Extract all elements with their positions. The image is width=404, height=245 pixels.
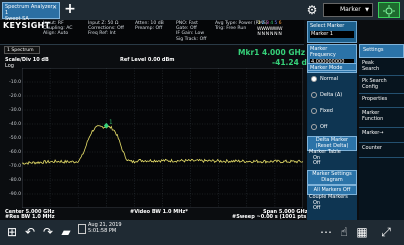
sync-button[interactable] bbox=[378, 2, 400, 18]
tab-settings[interactable]: Settings bbox=[359, 44, 404, 58]
tab-properties[interactable]: Properties bbox=[359, 94, 404, 108]
gear-icon[interactable]: ⚙ bbox=[305, 3, 319, 17]
marker-table-toggle[interactable]: Marker Table On Off bbox=[307, 149, 357, 167]
mode-off-label: Off bbox=[320, 124, 328, 130]
tab-spectrum-analyzer[interactable]: Spectrum Analyzer 1 Swept SA ✕ bbox=[2, 2, 60, 22]
marker-table-off[interactable]: Off bbox=[309, 160, 357, 167]
dots-icon[interactable]: ⋯ bbox=[318, 224, 334, 240]
marker-menu-dropdown[interactable]: Marker ▼ bbox=[323, 3, 373, 17]
close-icon[interactable]: ✕ bbox=[52, 5, 57, 11]
tab-title: Spectrum Analyzer 1 bbox=[5, 4, 53, 16]
trace-row: NNNNNN bbox=[257, 32, 282, 37]
calendar-icon bbox=[78, 224, 86, 234]
add-tab-button[interactable]: + bbox=[63, 2, 77, 18]
tab-pk-search-config[interactable]: Pk Search Config bbox=[359, 76, 404, 94]
grid-icon[interactable]: ▦ bbox=[354, 224, 370, 240]
video-bw: #Video BW 1.0 MHz* bbox=[130, 209, 188, 215]
tab-counter[interactable]: Counter bbox=[359, 143, 404, 158]
marker-menu-label: Marker bbox=[340, 6, 361, 13]
fullscreen-icon[interactable]: ⤢ bbox=[378, 224, 394, 240]
y-axis-ticks: -10.0 -20.0 -30.0 -40.0 -50.0 -60.0 -70.0 -80.0… bbox=[2, 68, 22, 208]
radio-icon bbox=[311, 91, 317, 98]
select-marker-label: Select Marker bbox=[310, 23, 345, 29]
marker-mode-header: Marker Mode bbox=[307, 63, 357, 71]
touch-icon[interactable]: ☝ bbox=[336, 224, 352, 240]
marker-1-label: 1 bbox=[109, 120, 112, 126]
impedance-info: Input Z: 50 Ω Corrections: Off Freq Ref:… bbox=[88, 21, 124, 37]
marker-settings-diagram-button[interactable]: Marker Settings Diagram bbox=[307, 170, 357, 185]
menu-tabs: Settings Peak Search Pk Search Config Pr… bbox=[359, 44, 404, 220]
tab-marker-to[interactable]: Marker→ bbox=[359, 128, 404, 143]
y-tick-label: -90.0 bbox=[9, 191, 21, 197]
y-tick-label: -40.0 bbox=[9, 121, 21, 127]
folder-icon[interactable]: ▰ bbox=[58, 224, 74, 240]
marker-readout: Mkr1 4.000 GHz bbox=[238, 48, 306, 57]
select-marker-value[interactable]: Marker 1 bbox=[310, 31, 354, 38]
windows-icon[interactable]: ⊞ bbox=[4, 224, 20, 240]
select-marker-panel[interactable]: Select Marker Marker 1 bbox=[307, 21, 357, 43]
undo-icon[interactable]: ↶ bbox=[22, 224, 38, 240]
date-time: Aug 21, 2019 5:01:58 PM bbox=[88, 222, 122, 234]
trace-indicator: 123456 WWWWWW NNNNNN bbox=[257, 21, 301, 38]
y-tick-label: -70.0 bbox=[9, 163, 21, 169]
mode-normal-option[interactable]: Normal bbox=[307, 72, 357, 86]
spectrum-plot[interactable]: 1 bbox=[22, 68, 303, 208]
redo-icon[interactable]: ↷ bbox=[40, 224, 56, 240]
mode-delta-option[interactable]: Delta (Δ) bbox=[307, 88, 357, 102]
marker-frequency-label: Marker Frequency bbox=[310, 46, 336, 58]
y-tick-label: -20.0 bbox=[9, 93, 21, 99]
pno-info: PNO: Fast Gate: Off IF Gain: Low Sig Tra… bbox=[176, 21, 207, 42]
couple-markers-toggle[interactable]: Couple Markers On Off bbox=[307, 194, 357, 212]
tab-peak-search[interactable]: Peak Search bbox=[359, 58, 404, 76]
radio-icon bbox=[311, 123, 317, 130]
radio-selected-icon bbox=[311, 75, 317, 82]
radio-icon bbox=[311, 107, 317, 114]
marker-softkey-panel: Marker Frequency 4.000000000 GHz Marker … bbox=[307, 44, 357, 220]
input-info: Input: RF Coupling: AC Align: Auto bbox=[43, 21, 73, 37]
ref-level: Ref Level 0.00 dBm bbox=[120, 57, 175, 63]
tab-marker-function[interactable]: Marker Function bbox=[359, 108, 404, 128]
y-tick-label: -60.0 bbox=[9, 149, 21, 155]
mode-off-option[interactable]: Off bbox=[307, 120, 357, 134]
chevron-down-icon: ▼ bbox=[365, 7, 369, 13]
y-tick-label: -10.0 bbox=[9, 79, 21, 85]
sync-icon bbox=[383, 5, 395, 17]
spectrum-window-label[interactable]: 1 Spectrum bbox=[4, 46, 40, 54]
mode-normal-label: Normal bbox=[320, 76, 339, 82]
mode-fixed-label: Fixed bbox=[320, 108, 333, 114]
mode-delta-label: Delta (Δ) bbox=[320, 92, 343, 98]
y-tick-label: -30.0 bbox=[9, 107, 21, 113]
atten-info: Atten: 10 dB Preamp: Off bbox=[135, 21, 164, 32]
y-tick-label: -50.0 bbox=[9, 135, 21, 141]
y-tick-label: -80.0 bbox=[9, 177, 21, 183]
couple-off[interactable]: Off bbox=[309, 205, 357, 212]
mode-fixed-option[interactable]: Fixed bbox=[307, 104, 357, 118]
time-text: 5:01:58 PM bbox=[88, 228, 117, 234]
